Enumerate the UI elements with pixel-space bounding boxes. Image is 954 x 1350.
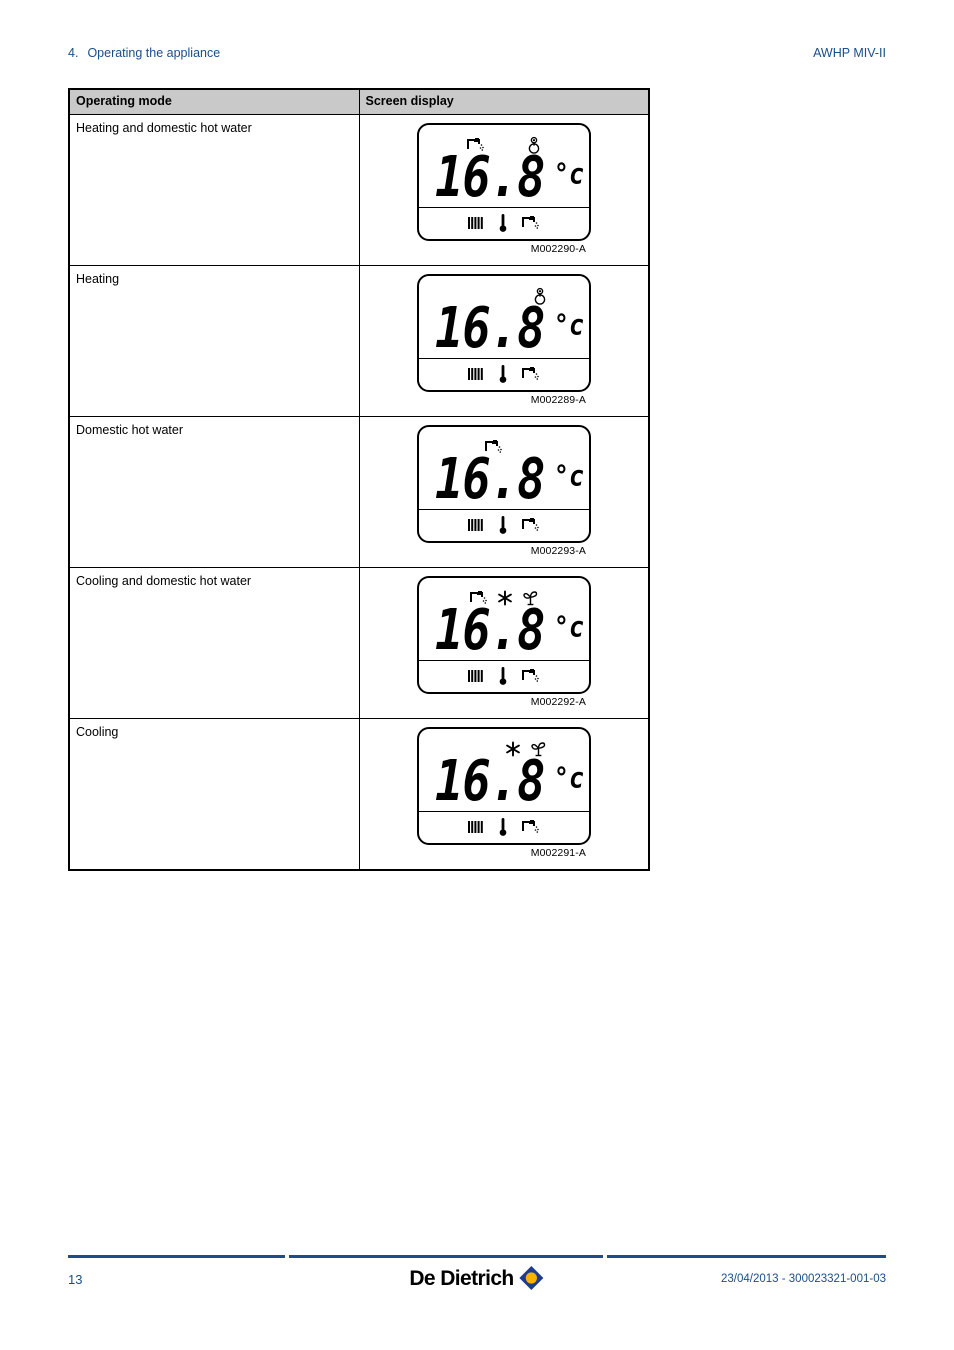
lcd-temperature: 16.8 °c (419, 748, 589, 814)
document-reference: 23/04/2013 - 300023321-001-03 (721, 1273, 886, 1285)
brand-logo: De Dietrich (409, 1265, 544, 1291)
table-row: Cooling 16.8 °c M002291-A (68, 717, 650, 871)
table-row: Domestic hot water 16.8 °c M002293-A (68, 415, 650, 568)
tap-icon (521, 819, 540, 835)
lcd-figure: 16.8 °c (360, 115, 649, 265)
column-header-operating-mode: Operating mode (68, 88, 360, 115)
tap-icon (521, 668, 540, 684)
tap-icon (521, 215, 540, 231)
radiator-icon (467, 216, 485, 230)
lcd-panel: 16.8 °c (416, 575, 591, 694)
screen-display-cell: 16.8 °c (358, 415, 650, 568)
table-row: Cooling and domestic hot water 16.8 °c M… (68, 566, 650, 719)
lcd-lower-bar (418, 357, 589, 390)
operating-mode-label: Domestic hot water (68, 415, 360, 568)
footer-divider (68, 1255, 886, 1258)
lcd-temperature: 16.8 °c (419, 446, 589, 512)
operating-mode-label: Cooling (68, 717, 360, 871)
figure-reference-code: M002291-A (530, 846, 586, 859)
lcd-upper-area: 16.8 °c (419, 276, 589, 362)
thermometer-icon (499, 213, 507, 233)
temperature-value: 16.8 (435, 597, 545, 663)
table-row: Heating and domestic hot water 16.8 °c M… (68, 113, 650, 266)
temperature-value: 16.8 (435, 446, 545, 512)
table-header-row: Operating mode Screen display (68, 88, 650, 115)
lcd-lower-bar (418, 810, 589, 843)
table-body: Heating and domestic hot water 16.8 °c M… (68, 113, 650, 871)
temperature-unit: °c (553, 156, 585, 191)
lcd-temperature: 16.8 °c (419, 144, 589, 210)
lcd-figure: 16.8 °c (360, 568, 649, 718)
radiator-icon (467, 518, 485, 532)
screen-display-cell: 16.8 °c (358, 264, 650, 417)
chapter-heading: 4. Operating the appliance (68, 46, 220, 60)
column-header-screen-display: Screen display (358, 88, 650, 115)
lcd-panel: 16.8 °c (416, 726, 591, 845)
chapter-title: Operating the appliance (87, 46, 221, 60)
operating-mode-label: Cooling and domestic hot water (68, 566, 360, 719)
lcd-panel: 16.8 °c (416, 424, 591, 543)
figure-reference-code: M002289-A (530, 393, 586, 406)
temperature-unit: °c (553, 458, 585, 493)
document-title: AWHP MIV-II (813, 46, 886, 60)
lcd-temperature: 16.8 °c (419, 597, 589, 663)
temperature-unit: °c (553, 760, 585, 795)
de-dietrich-diamond-icon (519, 1265, 545, 1291)
thermometer-icon (499, 666, 507, 686)
figure-reference-code: M002290-A (530, 242, 586, 255)
page-number: 13 (68, 1272, 83, 1287)
temperature-value: 16.8 (435, 748, 545, 814)
table-row: Heating 16.8 °c M002289-A (68, 264, 650, 417)
lcd-figure: 16.8 °c (360, 719, 649, 869)
radiator-icon (467, 820, 485, 834)
tap-icon (521, 517, 540, 533)
lcd-lower-bar (418, 508, 589, 541)
screen-display-cell: 16.8 °c (358, 717, 650, 871)
operating-mode-label: Heating (68, 264, 360, 417)
brand-name: De Dietrich (409, 1266, 514, 1290)
page-header: 4. Operating the appliance AWHP MIV-II (68, 46, 886, 66)
lcd-panel: 16.8 °c (416, 273, 591, 392)
footer-divider-gap (603, 1255, 607, 1258)
lcd-figure: 16.8 °c (360, 266, 649, 416)
lcd-upper-area: 16.8 °c (419, 578, 589, 664)
thermometer-icon (499, 515, 507, 535)
figure-reference-code: M002293-A (530, 544, 586, 557)
tap-icon (521, 366, 540, 382)
screen-display-cell: 16.8 °c (358, 566, 650, 719)
lcd-lower-bar (418, 206, 589, 239)
operating-mode-label: Heating and domestic hot water (68, 113, 360, 266)
screen-display-cell: 16.8 °c (358, 113, 650, 266)
figure-reference-code: M002292-A (530, 695, 586, 708)
lcd-temperature: 16.8 °c (419, 295, 589, 361)
thermometer-icon (499, 817, 507, 837)
lcd-upper-area: 16.8 °c (419, 729, 589, 815)
chapter-number: 4. (68, 46, 79, 60)
lcd-lower-bar (418, 659, 589, 692)
radiator-icon (467, 669, 485, 683)
lcd-upper-area: 16.8 °c (419, 427, 589, 513)
temperature-unit: °c (553, 307, 585, 342)
page-footer: 13 De Dietrich 23/04/2013 - 300023321-00… (68, 1265, 886, 1299)
footer-divider-gap (285, 1255, 289, 1258)
temperature-value: 16.8 (435, 144, 545, 210)
lcd-upper-area: 16.8 °c (419, 125, 589, 211)
temperature-unit: °c (553, 609, 585, 644)
operating-mode-table: Operating mode Screen display Heating an… (68, 88, 650, 871)
lcd-panel: 16.8 °c (416, 122, 591, 241)
radiator-icon (467, 367, 485, 381)
thermometer-icon (499, 364, 507, 384)
lcd-figure: 16.8 °c (360, 417, 649, 567)
temperature-value: 16.8 (435, 295, 545, 361)
